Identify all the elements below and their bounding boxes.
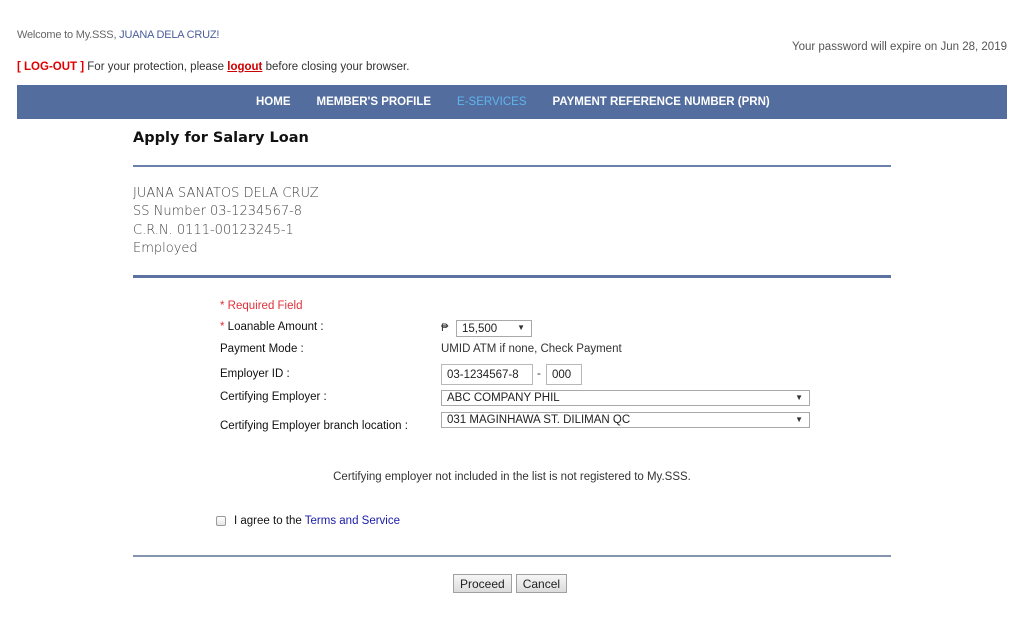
employer-id-input[interactable]: 03-1234567-8: [441, 364, 533, 385]
loanable-amount-value: 15,500: [462, 322, 498, 335]
divider-top: [133, 165, 891, 167]
member-name: JUANA SANATOS DELA CRUZ: [133, 186, 319, 201]
terms-agreement: I agree to the Terms and Service: [216, 515, 400, 527]
page-title: Apply for Salary Loan: [133, 130, 309, 146]
agree-label: I agree to the: [234, 515, 302, 527]
member-ss-number: SS Number 03-1234567-8: [133, 204, 303, 220]
welcome-prefix: Welcome to My.SSS,: [17, 29, 120, 41]
divider-middle: [133, 275, 891, 278]
branch-location-value: 031 MAGINHAWA ST. DILIMAN QC: [447, 414, 631, 426]
certifying-employer-select[interactable]: ABC COMPANY PHIL ▼: [441, 390, 810, 406]
agree-checkbox[interactable]: [216, 516, 226, 526]
employer-registration-notice: Certifying employer not included in the …: [0, 471, 1024, 483]
nav-e-services[interactable]: E-SERVICES: [457, 96, 526, 108]
logout-notice: [ LOG-OUT ] For your protection, please …: [17, 61, 409, 73]
main-nav: HOME MEMBER'S PROFILE E-SERVICES PAYMENT…: [17, 85, 1007, 119]
loanable-amount-select[interactable]: 15,500 ▼: [456, 320, 532, 337]
logout-text-before: For your protection, please: [84, 61, 228, 73]
branch-location-select[interactable]: 031 MAGINHAWA ST. DILIMAN QC ▼: [441, 412, 810, 428]
required-field-note: * Required Field: [220, 300, 303, 312]
loanable-amount-label-text: Loanable Amount :: [224, 321, 324, 333]
certifying-employer-value: ABC COMPANY PHIL: [447, 392, 560, 404]
branch-location-label: Certifying Employer branch location :: [220, 420, 408, 432]
proceed-button[interactable]: Proceed: [453, 574, 512, 593]
dropdown-arrow-icon: ▼: [795, 393, 803, 402]
member-status: Employed: [133, 240, 198, 256]
certifying-employer-label: Certifying Employer :: [220, 391, 327, 403]
divider-bottom: [133, 555, 891, 557]
employer-registration-notice-text: Certifying employer not included in the …: [333, 471, 691, 483]
cancel-button[interactable]: Cancel: [515, 574, 568, 593]
loanable-amount-label: * Loanable Amount :: [220, 321, 324, 333]
dropdown-arrow-icon: ▼: [517, 323, 525, 332]
logout-link[interactable]: logout: [227, 61, 262, 73]
peso-sign-icon: ₱: [441, 322, 449, 334]
employer-id-separator: -: [537, 368, 541, 380]
logout-text-after: before closing your browser.: [262, 61, 410, 73]
password-expiry-notice: Your password will expire on Jun 28, 201…: [791, 41, 1007, 53]
member-crn: C.R.N. 0111-00123245-1: [133, 222, 294, 238]
dropdown-arrow-icon: ▼: [795, 415, 803, 424]
form-actions: Proceed Cancel: [453, 574, 568, 593]
employer-branch-code-input[interactable]: 000: [546, 364, 582, 385]
employer-id-label: Employer ID :: [220, 368, 290, 380]
nav-members-profile[interactable]: MEMBER'S PROFILE: [317, 96, 432, 108]
logout-tag-link[interactable]: [ LOG-OUT ]: [17, 61, 84, 73]
payment-mode-value: UMID ATM if none, Check Payment: [441, 343, 622, 355]
nav-prn[interactable]: PAYMENT REFERENCE NUMBER (PRN): [553, 96, 770, 108]
welcome-user-name: JUANA DELA CRUZ!: [119, 29, 220, 41]
nav-home[interactable]: HOME: [256, 96, 291, 108]
welcome-message: Welcome to My.SSS, JUANA DELA CRUZ!: [17, 29, 219, 41]
terms-and-service-link[interactable]: Terms and Service: [305, 515, 400, 527]
member-info: JUANA SANATOS DELA CRUZ SS Number 03-123…: [133, 185, 319, 258]
payment-mode-label: Payment Mode :: [220, 343, 304, 355]
